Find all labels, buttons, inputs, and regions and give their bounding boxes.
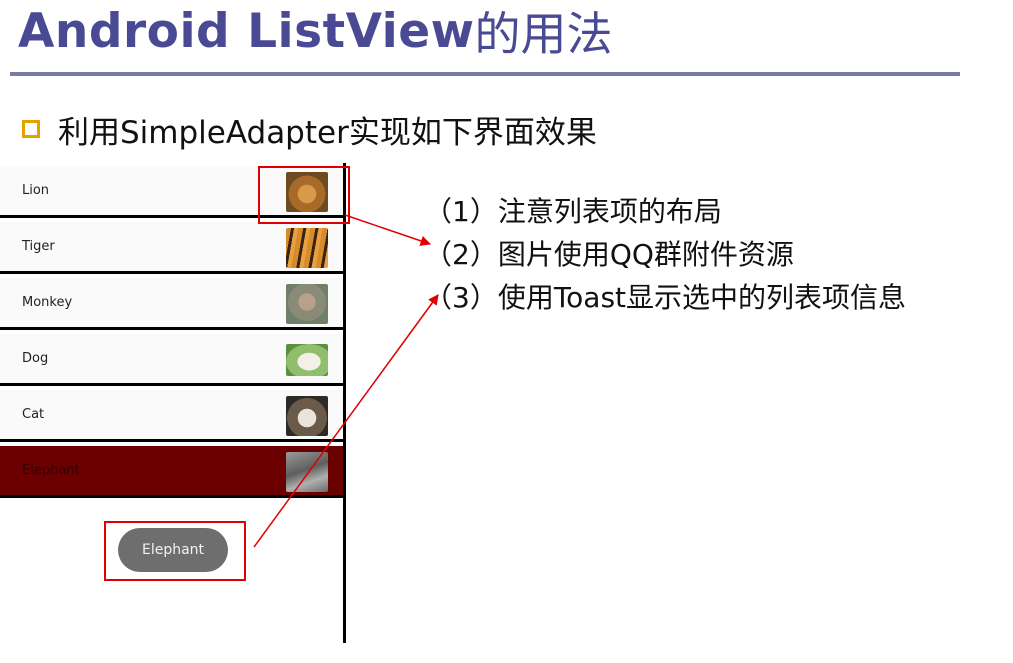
annotation-arrows <box>253 214 439 548</box>
note-item-2: （2）图片使用QQ群附件资源 <box>424 238 794 271</box>
note-item-3: （3）使用Toast显示选中的列表项信息 <box>424 281 907 314</box>
arrow-layout-note <box>344 214 431 246</box>
notes-list: （1）注意列表项的布局 （2）图片使用QQ群附件资源 （3）使用Toast显示选… <box>424 190 906 319</box>
note-item-1: （1）注意列表项的布局 <box>424 195 722 228</box>
arrow-toast-note <box>253 294 439 548</box>
